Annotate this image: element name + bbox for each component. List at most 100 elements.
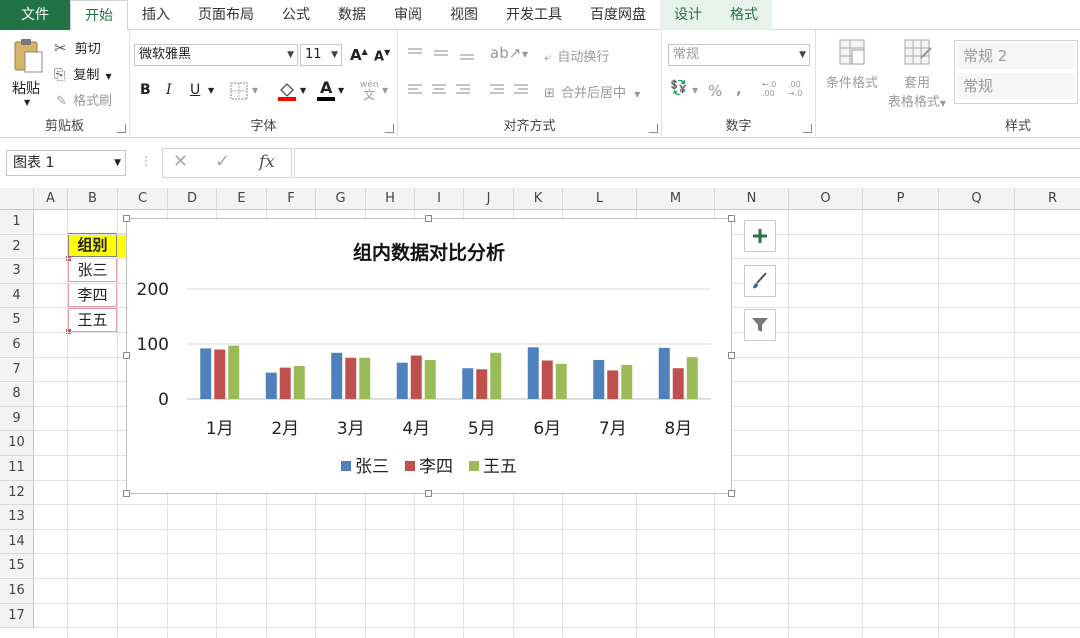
style-normal[interactable]: 常规 [957,73,1075,99]
row-header-14[interactable]: 14 [0,529,34,555]
chart-filters-button[interactable] [744,309,776,341]
resize-handle-bl[interactable] [123,490,130,497]
cut-button[interactable]: ✂ 剪切 [54,38,101,57]
select-all-corner[interactable] [0,188,34,210]
resize-handle-tr[interactable] [728,215,735,222]
cell-B3[interactable]: 张三 [68,258,117,282]
row-header-17[interactable]: 17 [0,603,34,629]
font-name-select[interactable]: 微软雅黑 ▼ [134,44,298,66]
row-header-5[interactable]: 5 [0,308,34,333]
border-icon[interactable] [230,82,248,100]
bold-button[interactable]: B [140,82,151,98]
number-format-select[interactable]: 常规 ▼ [668,44,810,66]
row-header-4[interactable]: 4 [0,283,34,309]
tab-view[interactable]: 视图 [436,0,492,30]
tab-baidu-netdisk[interactable]: 百度网盘 [576,0,660,30]
row-header-10[interactable]: 10 [0,431,34,456]
column-header-R[interactable]: R [1015,188,1080,210]
font-size-select[interactable]: 11 ▼ [300,44,342,66]
tab-formulas[interactable]: 公式 [268,0,324,30]
column-header-B[interactable]: B [68,188,118,210]
wrap-text-button[interactable]: ⤶ 自动换行 [544,46,609,65]
column-header-F[interactable]: F [267,188,316,210]
format-as-table-button[interactable]: 套用 表格格式▼ [884,38,950,118]
formula-input[interactable] [294,148,1080,178]
conditional-format-button[interactable]: 条件格式 [820,38,884,118]
resize-handle-t[interactable] [425,215,432,222]
column-header-O[interactable]: O [789,188,863,210]
resize-handle-br[interactable] [728,490,735,497]
row-header-8[interactable]: 8 [0,382,34,407]
column-header-C[interactable]: C [118,188,168,210]
x-axis[interactable]: 1月 2月 3月 4月 5月 6月 7月 8月 [206,419,692,439]
chart-object[interactable]: 组内数据对比分析 0 100 200 1月 2月 3月 4月 5月 6月 7月 8月 张三 李四 王五 [126,218,732,494]
tab-format[interactable]: 格式 [716,0,772,30]
cell-B5[interactable]: 王五 [68,308,117,332]
shrink-font-button[interactable]: A▼ [374,48,390,64]
resize-handle-tl[interactable] [123,215,130,222]
row-header-1[interactable]: 1 [0,210,34,235]
format-painter-button[interactable]: ✎ 格式刷 [56,90,112,109]
column-header-N[interactable]: N [715,188,789,210]
accounting-icon[interactable]: 💱 [670,80,687,96]
name-box[interactable]: 图表 1 ▼ [6,150,126,176]
column-header-H[interactable]: H [366,188,415,210]
row-header-3[interactable]: 3 [0,259,34,284]
copy-button[interactable]: ⎘ 复制 ▼ [54,64,112,83]
font-color-button[interactable]: A [316,78,336,102]
row-header-7[interactable]: 7 [0,357,34,383]
column-header-D[interactable]: D [168,188,217,210]
font-launcher-icon[interactable] [385,124,394,133]
cancel-icon[interactable]: ✕ [173,151,188,172]
insert-function-button[interactable]: fx [259,152,275,172]
column-header-M[interactable]: M [637,188,715,210]
decrease-decimal-button[interactable]: .00 →.0 [788,80,802,98]
number-launcher-icon[interactable] [803,124,812,133]
tab-file[interactable]: 文件 [0,0,70,30]
fill-color-icon[interactable] [276,80,298,102]
row-header-16[interactable]: 16 [0,579,34,604]
tab-data[interactable]: 数据 [324,0,380,30]
tab-home[interactable]: 开始 [70,0,128,31]
column-header-J[interactable]: J [464,188,514,210]
cell-B4[interactable]: 李四 [68,283,117,307]
chart-title[interactable]: 组内数据对比分析 [353,241,505,264]
cell-B2[interactable]: 组别 [68,233,117,257]
tab-insert[interactable]: 插入 [128,0,184,30]
merge-center-button[interactable]: ⊞ 合并后居中 ▼ [544,82,640,101]
row-header-2[interactable]: 2 [0,234,34,260]
column-header-G[interactable]: G [316,188,366,210]
paste-button[interactable]: 粘贴 ▼ [8,38,50,112]
row-header-11[interactable]: 11 [0,456,34,481]
column-header-E[interactable]: E [217,188,267,210]
row-header-12[interactable]: 12 [0,480,34,506]
horizontal-align-icons[interactable] [406,82,536,98]
chart-styles-button[interactable] [744,265,776,297]
phonetic-button[interactable]: wén 文 [360,80,379,102]
tab-review[interactable]: 审阅 [380,0,436,30]
chart-elements-button[interactable] [744,220,776,252]
resize-handle-b[interactable] [425,490,432,497]
y-axis[interactable]: 0 100 200 [137,280,169,410]
row-header-15[interactable]: 15 [0,554,34,579]
orientation-icon[interactable]: ab↗ [490,44,521,62]
column-header-A[interactable]: A [34,188,68,210]
column-header-P[interactable]: P [863,188,939,210]
underline-button[interactable]: U [190,82,200,98]
tab-design[interactable]: 设计 [660,0,716,30]
resize-handle-r[interactable] [728,352,735,359]
percent-button[interactable]: % [708,82,722,100]
column-header-I[interactable]: I [415,188,464,210]
grow-font-button[interactable]: A▲ [350,46,368,64]
alignment-launcher-icon[interactable] [649,124,658,133]
row-header-13[interactable]: 13 [0,505,34,530]
column-header-L[interactable]: L [563,188,637,210]
column-header-K[interactable]: K [514,188,563,210]
increase-decimal-button[interactable]: ←.0 .00 [762,80,776,98]
resize-handle-l[interactable] [123,352,130,359]
comma-button[interactable]: , [736,80,742,98]
row-header-9[interactable]: 9 [0,406,34,432]
column-header-Q[interactable]: Q [939,188,1015,210]
tab-page-layout[interactable]: 页面布局 [184,0,268,30]
vertical-align-icons[interactable] [406,46,486,62]
